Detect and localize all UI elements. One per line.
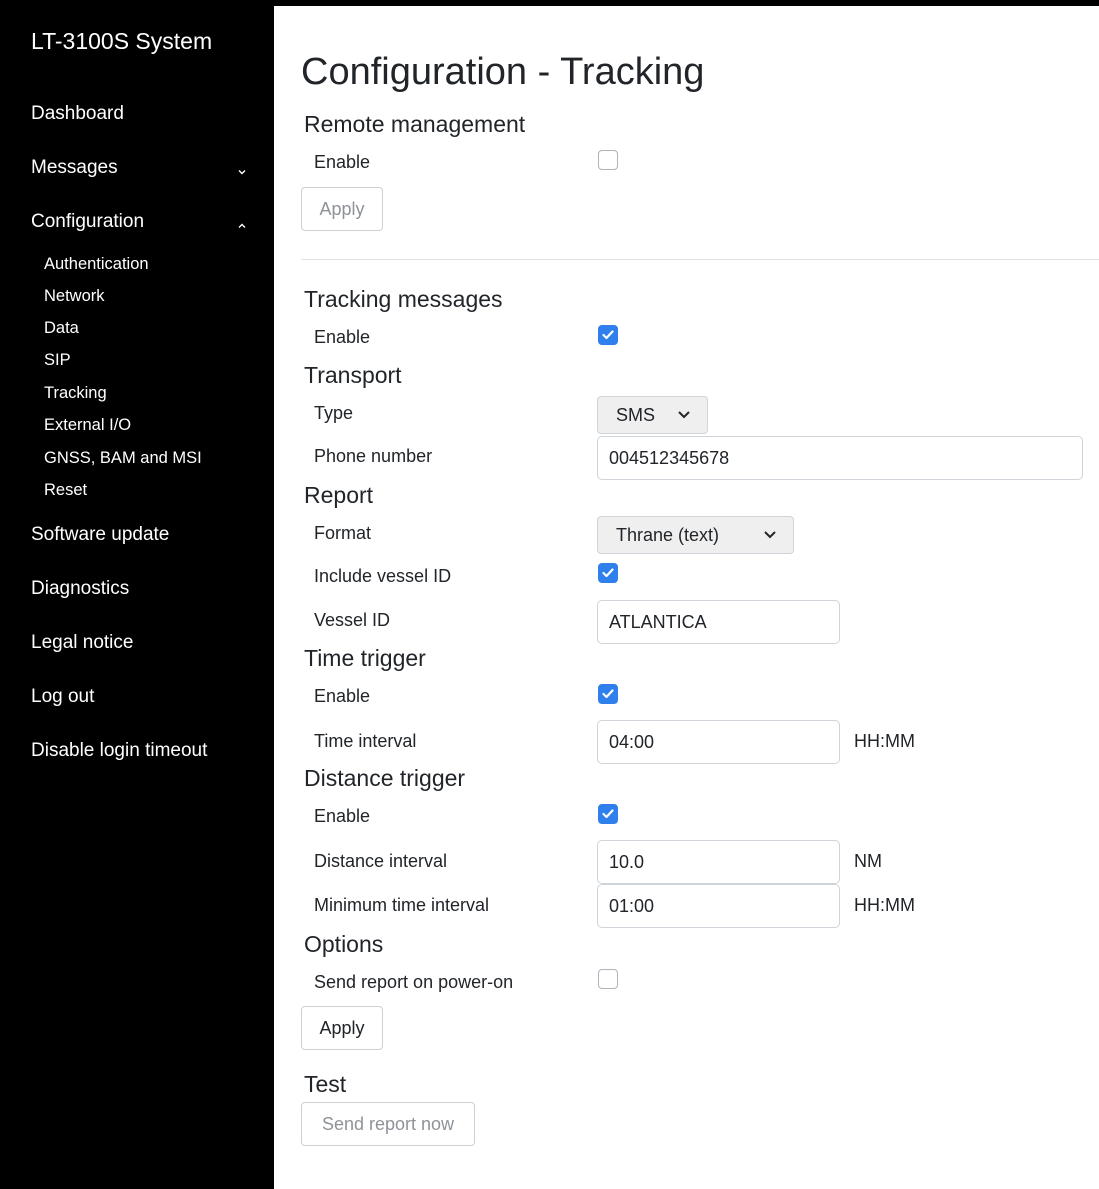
send-report-power-on-label: Send report on power-on [314,972,514,992]
transport-type-label: Type [314,403,354,423]
minimum-time-interval-unit: HH:MM [854,895,915,915]
section-divider [301,259,1099,260]
checkmark-icon [602,330,614,340]
section-heading-report: Report [304,482,374,508]
section-heading-tracking-messages: Tracking messages [304,286,503,312]
phone-number-input[interactable] [597,436,1083,480]
sidebar: LT-3100S System Dashboard Messages Confi… [7,6,274,1189]
report-format-value: Thrane (text) [616,525,720,545]
section-heading-distance-trigger: Distance trigger [304,765,466,791]
time-interval-input[interactable] [597,720,840,764]
minimum-time-interval-label: Minimum time interval [314,895,490,915]
checkmark-icon [602,689,614,699]
section-heading-transport: Transport [304,362,402,388]
sidebar-subitem-data[interactable]: Data [44,319,79,338]
time-trigger-enable-label: Enable [314,686,371,706]
sidebar-item-legal-notice[interactable]: Legal notice [31,632,133,654]
sidebar-item-messages[interactable]: Messages [31,157,118,179]
section-heading-test: Test [304,1071,347,1097]
sidebar-subitem-sip[interactable]: SIP [44,351,71,370]
chevron-down-icon [678,411,690,419]
time-interval-unit: HH:MM [854,731,915,751]
window-left-edge [0,0,7,1189]
chevron-down-icon[interactable] [236,166,248,178]
section-heading-options: Options [304,931,384,957]
tracking-messages-enable-label: Enable [314,327,371,347]
sidebar-item-log-out[interactable]: Log out [31,686,94,708]
minimum-time-interval-input[interactable] [597,884,840,928]
sidebar-subitem-external-io[interactable]: External I/O [44,416,131,435]
sidebar-item-dashboard[interactable]: Dashboard [31,103,124,125]
sidebar-item-diagnostics[interactable]: Diagnostics [31,578,129,600]
time-trigger-enable-checkbox[interactable] [598,684,618,704]
phone-number-label: Phone number [314,446,433,466]
sidebar-subitem-network[interactable]: Network [44,287,105,306]
tracking-apply-button[interactable]: Apply [301,1006,383,1050]
distance-trigger-enable-label: Enable [314,806,371,826]
sidebar-subitem-gnss-bam-msi[interactable]: GNSS, BAM and MSI [44,449,202,468]
sidebar-subitem-reset[interactable]: Reset [44,481,87,500]
remote-management-apply-button[interactable]: Apply [301,187,383,231]
remote-management-enable-label: Enable [314,152,371,172]
app-title: LT-3100S System [31,28,213,54]
chevron-up-icon[interactable] [236,220,248,232]
transport-type-value: SMS [616,405,656,425]
vessel-id-input[interactable] [597,600,840,644]
sidebar-item-software-update[interactable]: Software update [31,524,169,546]
sidebar-item-disable-login-timeout[interactable]: Disable login timeout [31,740,207,762]
remote-management-enable-checkbox[interactable] [598,150,618,170]
distance-interval-input[interactable] [597,840,840,884]
send-report-power-on-checkbox[interactable] [598,969,618,989]
include-vessel-id-label: Include vessel ID [314,566,452,586]
tracking-messages-enable-checkbox[interactable] [598,325,618,345]
include-vessel-id-checkbox[interactable] [598,563,618,583]
checkmark-icon [602,568,614,578]
distance-trigger-enable-checkbox[interactable] [598,804,618,824]
page-title: Configuration - Tracking [301,51,705,93]
transport-type-select[interactable]: SMS [597,396,708,434]
distance-interval-unit: NM [854,851,882,871]
sidebar-subitem-tracking[interactable]: Tracking [44,384,107,403]
vessel-id-label: Vessel ID [314,610,391,630]
send-report-now-button[interactable]: Send report now [301,1102,475,1146]
checkmark-icon [602,809,614,819]
sidebar-item-configuration[interactable]: Configuration [31,211,144,233]
sidebar-subitem-authentication[interactable]: Authentication [44,255,149,274]
section-heading-remote-management: Remote management [304,111,526,137]
time-interval-label: Time interval [314,731,417,751]
report-format-select[interactable]: Thrane (text) [597,516,794,554]
section-heading-time-trigger: Time trigger [304,645,426,671]
main-content: Configuration - Tracking Remote manageme… [274,6,1099,1189]
distance-interval-label: Distance interval [314,851,448,871]
chevron-down-icon [764,531,776,539]
report-format-label: Format [314,523,372,543]
